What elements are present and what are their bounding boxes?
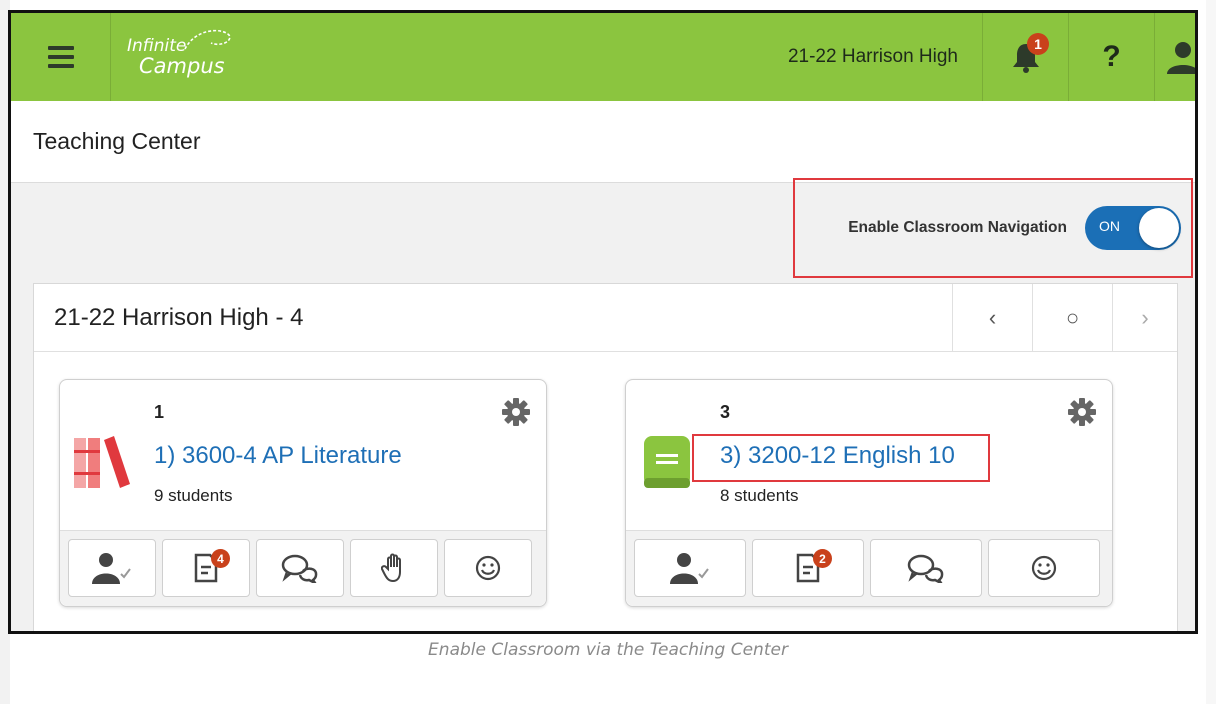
messages-icon	[281, 554, 318, 583]
logo-line-2: Campus	[139, 54, 225, 78]
grade-book-badge: 4	[211, 549, 230, 568]
student-count: 9 students	[154, 486, 233, 505]
attendance-button[interactable]	[634, 539, 746, 597]
term-header: 21-22 Harrison High - 4 ‹ ○ ›	[34, 284, 1177, 352]
course-card: 1 1) 3600-4 AP Literature 9 students 4	[59, 379, 547, 607]
grade-book-button[interactable]: 4	[162, 539, 250, 597]
hand-raise-icon	[381, 553, 401, 583]
hamburger-icon	[47, 46, 74, 68]
page-header: Teaching Center	[11, 101, 1195, 183]
course-actions: 2	[626, 530, 1112, 606]
attendance-icon	[92, 553, 131, 584]
infinite-campus-logo[interactable]: Infinite Campus	[111, 13, 271, 101]
attendance-button[interactable]	[68, 539, 156, 597]
books-icon	[72, 432, 132, 497]
book-icon	[638, 432, 698, 497]
course-link[interactable]: 3) 3200-12 English 10	[720, 442, 955, 470]
messages-button[interactable]	[256, 539, 344, 597]
course-card: 3 3) 3200-12 English 10 8 students 2	[625, 379, 1113, 607]
attendance-icon	[670, 553, 709, 584]
classroom-navigation-toggle[interactable]: ON	[1085, 206, 1181, 250]
gear-icon[interactable]	[1068, 398, 1096, 431]
classroom-navigation-label: Enable Classroom Navigation	[848, 219, 1067, 236]
previous-term-button[interactable]: ‹	[952, 284, 1032, 352]
term-title: 21-22 Harrison High - 4	[54, 304, 304, 331]
figure-caption: Enable Classroom via the Teaching Center	[428, 640, 788, 660]
term-panel: 21-22 Harrison High - 4 ‹ ○ › 1 1) 3600-…	[33, 283, 1178, 631]
grade-book-badge: 2	[813, 549, 832, 568]
user-menu-button[interactable]	[1155, 13, 1195, 101]
screenshot-frame: Infinite Campus 21-22 Harrison High 1 ?	[8, 10, 1198, 634]
messages-button[interactable]	[870, 539, 982, 597]
toggle-state-text: ON	[1099, 218, 1120, 234]
smiley-button[interactable]	[988, 539, 1100, 597]
smiley-button[interactable]	[444, 539, 532, 597]
user-icon	[1167, 42, 1195, 74]
top-bar: Infinite Campus 21-22 Harrison High 1 ?	[11, 13, 1195, 101]
course-actions: 4	[60, 530, 546, 606]
course-period: 3	[720, 402, 731, 422]
smiley-icon	[1031, 555, 1057, 581]
page: Infinite Campus 21-22 Harrison High 1 ?	[0, 0, 1216, 704]
menu-button[interactable]	[11, 13, 111, 101]
smiley-icon	[475, 555, 501, 581]
messages-icon	[907, 554, 944, 583]
school-selector[interactable]: 21-22 Harrison High	[764, 13, 983, 101]
help-button[interactable]: ?	[1069, 13, 1155, 101]
student-count: 8 students	[720, 486, 799, 505]
logo-swoosh-icon	[184, 29, 231, 50]
next-term-button[interactable]: ›	[1112, 284, 1177, 352]
current-term-button[interactable]: ○	[1032, 284, 1112, 352]
page-title: Teaching Center	[33, 128, 201, 154]
notifications-button[interactable]: 1	[983, 13, 1069, 101]
hand-raise-button[interactable]	[350, 539, 438, 597]
grade-book-button[interactable]: 2	[752, 539, 864, 597]
notification-badge: 1	[1027, 33, 1049, 55]
course-link[interactable]: 1) 3600-4 AP Literature	[154, 442, 402, 470]
course-period: 1	[154, 402, 165, 422]
toggle-knob	[1139, 208, 1179, 248]
gear-icon[interactable]	[502, 398, 530, 431]
page-right-margin	[1206, 0, 1216, 704]
classroom-navigation-highlight: Enable Classroom Navigation ON	[793, 178, 1193, 278]
